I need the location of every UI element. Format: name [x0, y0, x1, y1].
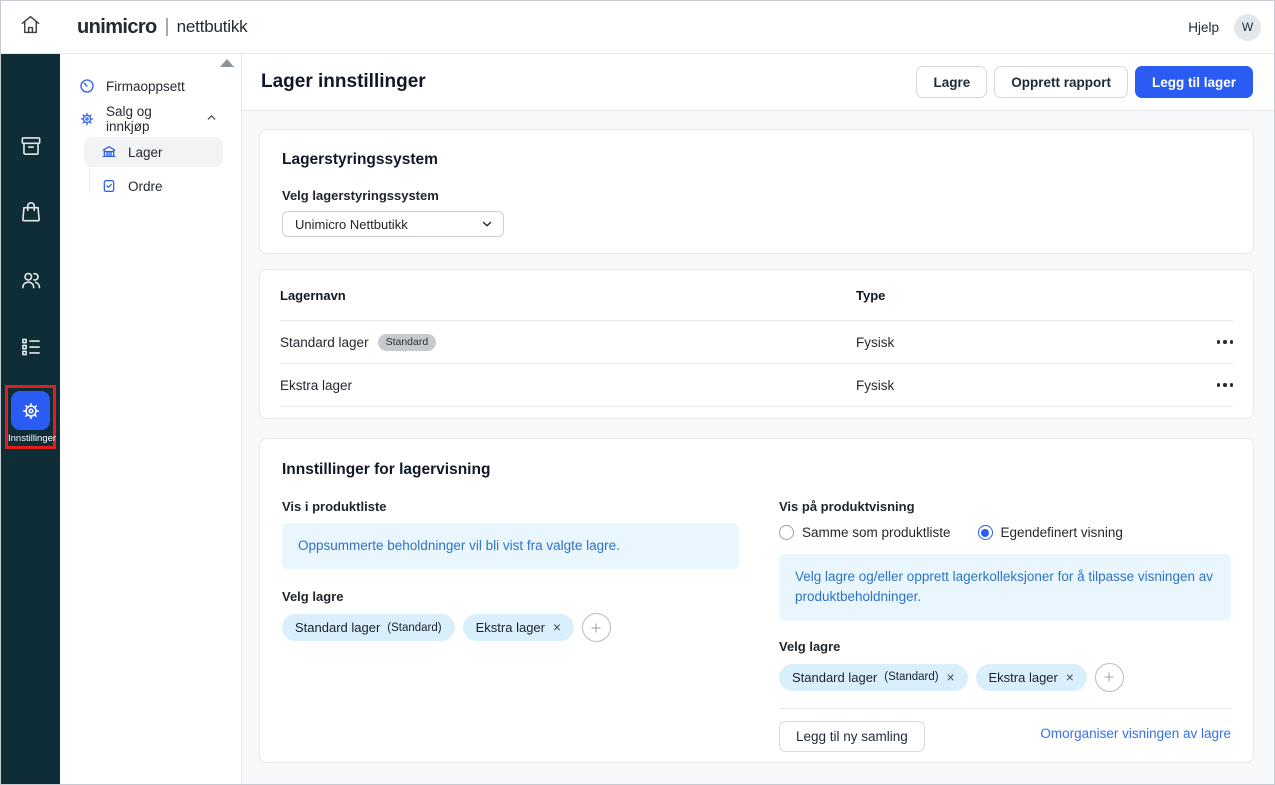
warehouse-table-card: Lagernavn Type Standard lager Standard F… — [259, 269, 1254, 419]
chip-label: Standard lager — [792, 670, 877, 685]
chip-label: Standard lager — [295, 620, 380, 635]
table-row: Standard lager Standard Fysisk — [280, 321, 1233, 364]
warehouse-system-select[interactable]: Unimicro Nettbutikk — [282, 211, 504, 237]
card-title: Innstillinger for lagervisning — [282, 461, 1231, 479]
card-title: Lagerstyringssystem — [282, 151, 1231, 169]
users-icon[interactable] — [1, 267, 60, 293]
brand-suffix: nettbutikk — [177, 17, 248, 37]
radio-icon — [779, 525, 794, 540]
gear-icon — [79, 111, 95, 127]
add-warehouse-chip-button[interactable] — [1095, 663, 1124, 692]
display-settings-card: Innstillinger for lagervisning Vis i pro… — [259, 438, 1254, 763]
more-options-icon[interactable] — [1217, 379, 1233, 390]
warehouse-icon — [101, 144, 117, 160]
select-warehouses-label: Velg lagre — [282, 589, 739, 604]
brand-name: unimicro — [77, 16, 157, 39]
chip-suffix: (Standard) — [884, 671, 938, 683]
main-area: Lager innstillinger Lagre Opprett rappor… — [242, 54, 1274, 784]
add-warehouse-chip-button[interactable] — [582, 613, 611, 642]
scroll-up-indicator[interactable] — [220, 59, 234, 67]
settings-label: Innstillinger — [8, 433, 53, 444]
chip-standard-lager[interactable]: Standard lager (Standard) × — [779, 664, 968, 691]
shopping-bag-icon[interactable] — [1, 199, 60, 225]
select-warehouses-label: Velg lagre — [779, 639, 1231, 654]
compass-icon — [79, 78, 95, 94]
user-avatar[interactable]: W — [1234, 14, 1261, 41]
page-title: Lager innstillinger — [261, 71, 426, 93]
home-icon — [19, 13, 42, 41]
clipboard-check-icon — [101, 178, 117, 194]
add-warehouse-button[interactable]: Legg til lager — [1135, 66, 1253, 98]
home-button[interactable] — [1, 13, 60, 41]
inventory-box-icon[interactable] — [1, 133, 60, 159]
more-options-icon[interactable] — [1217, 336, 1233, 347]
warehouse-type: Fysisk — [856, 378, 1191, 393]
chip-label: Ekstra lager — [989, 670, 1058, 685]
nav-subitems: Lager Ordre — [60, 137, 241, 201]
save-button[interactable]: Lagre — [916, 66, 987, 98]
nav-item-salg-og-innkjop[interactable]: Salg og innkjøp — [60, 104, 241, 134]
warehouse-chips: Standard lager (Standard) × Ekstra lager… — [779, 663, 1231, 692]
info-message: Oppsummerte beholdninger vil bli vist fr… — [282, 523, 739, 569]
standard-badge: Standard — [378, 334, 437, 351]
warehouse-name: Ekstra lager — [280, 378, 352, 393]
page-header: Lager innstillinger Lagre Opprett rappor… — [242, 54, 1274, 111]
nav-item-lager[interactable]: Lager — [84, 137, 223, 167]
radio-label: Egendefinert visning — [1001, 525, 1123, 540]
icon-sidebar: Innstillinger — [1, 54, 60, 784]
nav-item-firmaoppsett[interactable]: Firmaoppsett — [60, 71, 241, 101]
table-header: Lagernavn Type — [280, 270, 1233, 321]
divider — [779, 708, 1231, 709]
radio-icon-checked — [978, 525, 993, 540]
nav-item-label: Ordre — [128, 179, 163, 194]
settings-gear-icon[interactable] — [11, 391, 50, 430]
warehouse-type: Fysisk — [856, 335, 1191, 350]
chevron-up-icon[interactable] — [205, 111, 218, 127]
chip-standard-lager[interactable]: Standard lager (Standard) — [282, 614, 455, 641]
info-message: Velg lagre og/eller opprett lagerkolleks… — [779, 554, 1231, 621]
remove-icon[interactable]: × — [1066, 670, 1074, 685]
settings-nav: Firmaoppsett Salg og innkjøp — [60, 54, 242, 784]
chip-suffix: (Standard) — [387, 622, 441, 634]
annotation-highlight: Innstillinger — [5, 385, 56, 449]
chevron-down-icon — [480, 217, 494, 231]
logo-divider — [166, 18, 168, 36]
product-view-column: Vis på produktvisning Samme som produktl… — [779, 499, 1231, 752]
view-mode-radios: Samme som produktliste Egendefinert visn… — [779, 525, 1231, 540]
radio-label: Samme som produktliste — [802, 525, 951, 540]
page-content: Lagerstyringssystem Velg lagerstyringssy… — [242, 111, 1274, 763]
nav-item-label: Lager — [128, 145, 163, 160]
radio-same-as-product-list[interactable]: Samme som produktliste — [779, 525, 951, 540]
radio-custom-view[interactable]: Egendefinert visning — [978, 525, 1123, 540]
chip-ekstra-lager[interactable]: Ekstra lager × — [976, 664, 1087, 691]
topbar: unimicro nettbutikk Hjelp W — [1, 1, 1274, 54]
product-list-label: Vis i produktliste — [282, 499, 739, 514]
reorder-warehouses-link[interactable]: Omorganiser visningen av lagre — [1040, 726, 1231, 741]
add-collection-button[interactable]: Legg til ny samling — [779, 721, 925, 752]
select-system-label: Velg lagerstyringssystem — [282, 188, 1231, 203]
topbar-right: Hjelp W — [1188, 14, 1261, 41]
column-lagernavn: Lagernavn — [280, 288, 856, 303]
warehouse-system-card: Lagerstyringssystem Velg lagerstyringssy… — [259, 129, 1254, 254]
create-report-button[interactable]: Opprett rapport — [994, 66, 1128, 98]
product-list-column: Vis i produktliste Oppsummerte beholdnin… — [282, 499, 739, 752]
help-link[interactable]: Hjelp — [1188, 20, 1219, 35]
column-type: Type — [856, 288, 1191, 303]
chip-label: Ekstra lager — [476, 620, 545, 635]
warehouse-chips: Standard lager (Standard) Ekstra lager × — [282, 613, 739, 642]
app-window: unimicro nettbutikk Hjelp W — [0, 0, 1275, 785]
list-icon[interactable] — [1, 334, 60, 360]
nav-item-label: Salg og innkjøp — [106, 104, 194, 134]
chip-ekstra-lager[interactable]: Ekstra lager × — [463, 614, 574, 641]
remove-icon[interactable]: × — [553, 620, 561, 635]
header-actions: Lagre Opprett rapport Legg til lager — [916, 66, 1253, 98]
remove-icon[interactable]: × — [947, 670, 955, 685]
product-view-label: Vis på produktvisning — [779, 499, 1231, 514]
table-row: Ekstra lager Fysisk — [280, 364, 1233, 407]
nav-item-ordre[interactable]: Ordre — [84, 171, 223, 201]
warehouse-name: Standard lager — [280, 335, 369, 350]
select-value: Unimicro Nettbutikk — [295, 217, 408, 232]
brand-logo: unimicro nettbutikk — [77, 16, 247, 39]
nav-item-label: Firmaoppsett — [106, 79, 185, 94]
